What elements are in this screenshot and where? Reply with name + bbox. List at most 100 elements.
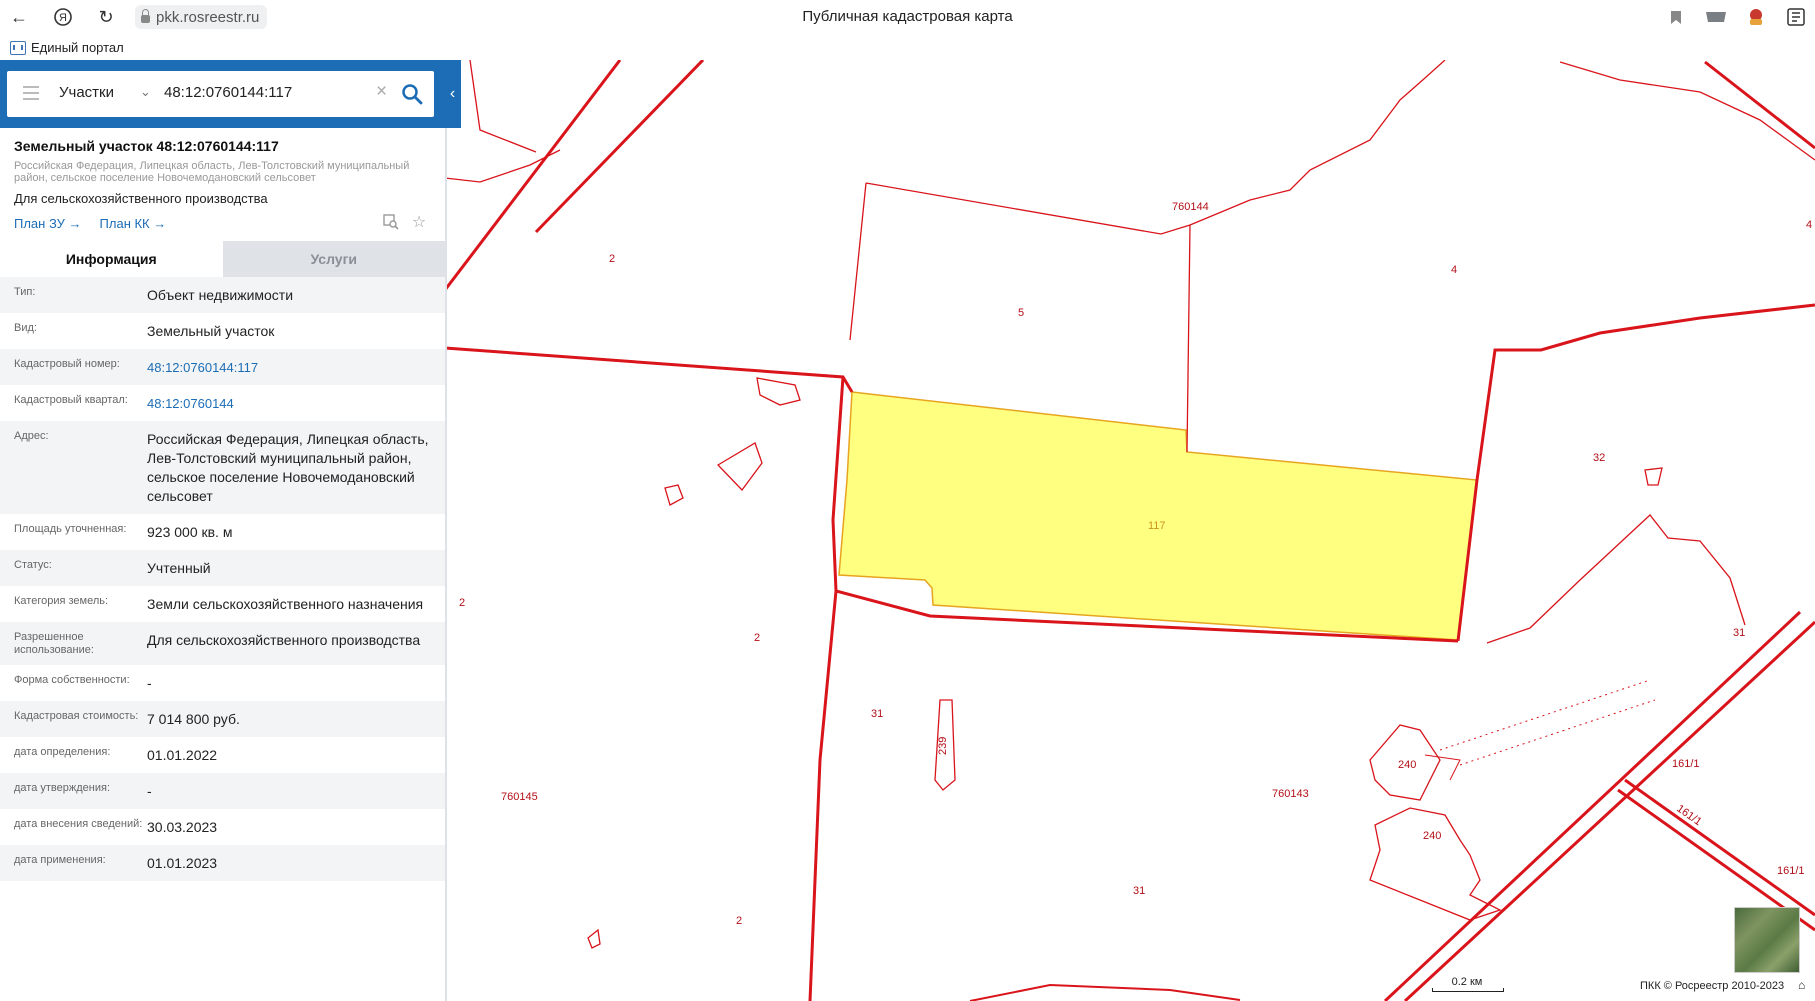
layer-switcher-minimap[interactable] [1734,907,1800,973]
cadastral-number-link[interactable]: 48:12:0760144:117 [146,350,445,385]
row-label: Тип: [14,286,36,298]
info-row: Кадастровый квартал: 48:12:0760144 [0,385,445,421]
object-use: Для сельскохозяйственного производства [14,191,268,206]
row-label: Разрешенное использование: [14,631,94,656]
row-label: Площадь уточненная: [14,523,127,535]
map-label: 31 [1133,885,1145,897]
info-row: Кадастровый номер: 48:12:0760144:117 [0,349,445,385]
map-label: 240 [1398,759,1416,771]
bookmarks-bar: Единый портал [0,34,1815,60]
row-value: 923 000 кв. м [147,524,233,540]
browser-toolbar: ← Я ↻ pkk.rosreestr.ru Публичная кадастр… [0,0,1815,34]
info-row: Разрешенное использование: Для сельскохоз… [0,622,445,665]
row-value: 7 014 800 руб. [147,711,240,727]
row-value: Земли сельскохозяйственного назначения [147,596,424,612]
scale-label: 0.2 км [1451,976,1483,988]
info-row: дата применения: 01.01.2023 [0,845,445,881]
plan-kk-link[interactable]: План КК → [100,216,167,231]
row-label: дата определения: [14,746,111,758]
tabs: Информация Услуги [0,241,445,277]
info-row: Вид: Земельный участок [0,313,445,349]
search-icon[interactable] [401,83,423,105]
map-label: 2 [754,632,760,644]
map-label: 760143 [1272,788,1309,800]
info-sidebar: Земельный участок 48:12:0760144:117 Росс… [0,128,447,1001]
cadastral-map[interactable]: 760144 5 4 2 117 32 2 2 31 31 239 240 24… [445,60,1815,1001]
info-table: Тип: Объект недвижимости Вид: Земельный уч… [0,277,445,881]
portal-icon [10,40,26,55]
cadastral-quarter-link[interactable]: 48:12:0760144 [146,386,445,421]
zoom-to-object-icon[interactable] [383,214,399,230]
extension-icon[interactable] [1743,5,1769,29]
row-label: Адрес: [14,430,49,442]
copyright-text: ПКК © Росреестр 2010-2023 [1640,980,1785,992]
bookmark-label: Единый портал [31,40,124,55]
row-value: Объект недвижимости [147,287,294,303]
map-label: 161/1 [1672,758,1700,770]
row-label: Вид: [14,322,37,334]
info-row: дата утверждения: - [0,773,445,809]
row-value: 01.01.2023 [147,855,218,871]
row-label: Кадастровая стоимость: [14,710,139,722]
info-row: Адрес: Российская Федерация, Липецкая обл… [0,421,445,514]
tab-information[interactable]: Информация [0,241,223,277]
map-label: 760145 [501,791,538,803]
map-label: 32 [1593,452,1605,464]
info-row: дата определения: 01.01.2022 [0,737,445,773]
row-value: - [147,783,152,799]
row-label: Статус: [14,559,52,571]
scale-bar [1432,988,1504,992]
row-value: 01.01.2022 [147,747,218,763]
row-label: Форма собственности: [14,674,130,686]
page-title: Публичная кадастровая карта [802,8,1013,25]
object-title: Земельный участок 48:12:0760144:117 [14,138,279,154]
plan-zu-link[interactable]: План ЗУ → [14,216,82,231]
info-row: Тип: Объект недвижимости [0,277,445,313]
row-label: дата утверждения: [14,782,111,794]
search-box: Участки ⌄ × [7,71,434,117]
info-row: Кадастровая стоимость: 7 014 800 руб. [0,701,445,737]
row-label: Кадастровый квартал: [14,394,128,406]
map-canvas[interactable]: 760144 5 4 2 117 32 2 2 31 31 239 240 24… [445,60,1815,1001]
search-type-select[interactable]: Участки [59,84,114,101]
row-value: Учтенный [147,560,211,576]
map-label: 31 [871,708,883,720]
search-input[interactable] [164,84,364,101]
clear-icon[interactable]: × [376,81,387,103]
map-label: 4 [1451,264,1457,276]
map-label: 161/1 [1777,865,1805,877]
row-value: 30.03.2023 [147,819,218,835]
info-row: Категория земель: Земли сельскохозяйствен… [0,586,445,622]
tab-services[interactable]: Услуги [222,241,445,277]
selected-parcel [838,391,1478,641]
info-row: дата внесения сведений: 30.03.2023 [0,809,445,845]
map-label: 5 [1018,307,1024,319]
map-label: 2 [459,597,465,609]
info-row: Площадь уточненная: 923 000 кв. м [0,514,445,550]
map-label: 2 [736,915,742,927]
map-label: 239 [937,737,949,755]
favorite-star-icon[interactable]: ☆ [411,214,427,231]
row-value: - [147,675,152,691]
row-label: дата внесения сведений: [14,818,143,830]
hamburger-menu-icon[interactable] [23,86,39,100]
bookmark-icon[interactable] [1663,5,1689,29]
row-label: Категория земель: [14,595,109,607]
map-label: 240 [1423,830,1441,842]
home-icon[interactable]: ⌂ [1798,978,1805,992]
map-label: 2 [609,253,615,265]
map-label: 117 [1148,520,1166,532]
downloads-icon[interactable] [1703,5,1729,29]
collapse-panel-button[interactable]: ‹ [444,60,461,128]
map-label: 31 [1733,627,1745,639]
row-label: Кадастровый номер: [14,358,120,370]
row-value: Земельный участок [147,323,275,339]
menu-extension-icon[interactable] [1783,5,1809,29]
info-row: Форма собственности: - [0,665,445,701]
bookmark-edinyi-portal[interactable]: Единый портал [10,40,124,55]
search-panel: Участки ⌄ × ‹ [0,60,461,128]
map-label: 4 [1806,219,1812,231]
map-label: 760144 [1172,201,1209,213]
chevron-down-icon[interactable]: ⌄ [140,84,151,100]
object-address: Российская Федерация, Липецкая область, … [14,160,410,184]
